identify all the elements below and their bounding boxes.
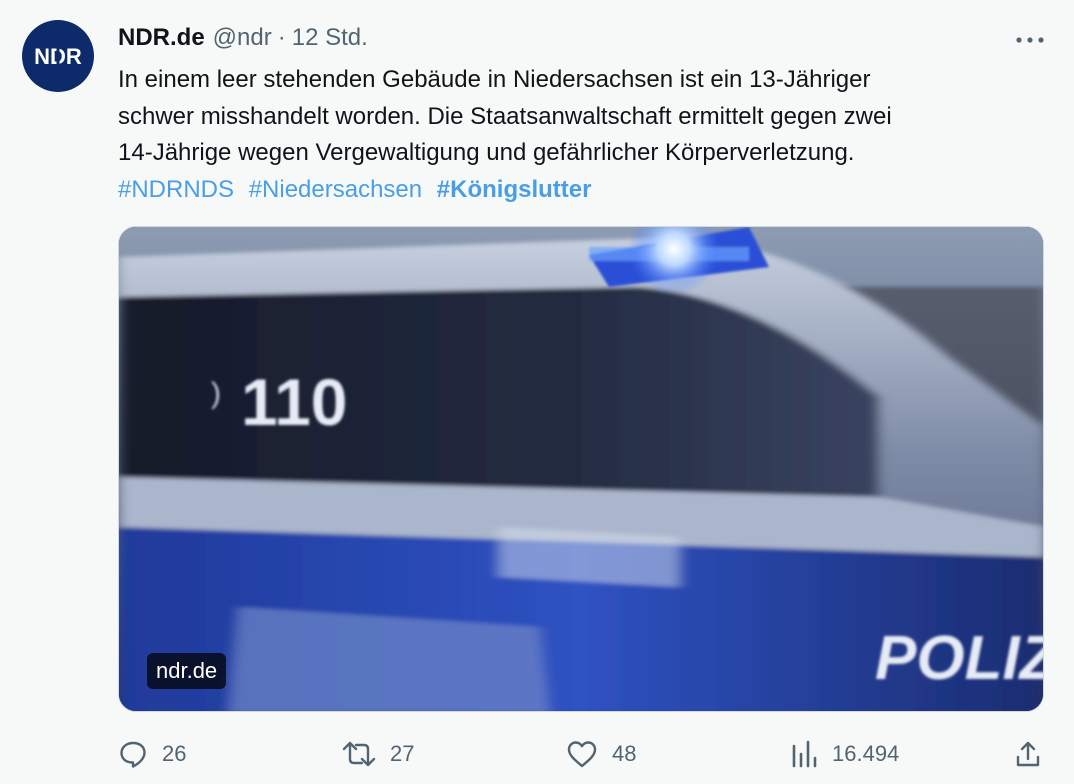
photo-emergency-number: 110	[241, 365, 347, 439]
tweet-text: In einem leer stehenden Gebäude in Niede…	[118, 62, 1048, 208]
heart-icon	[567, 741, 597, 768]
media-source-badge: ndr.de	[147, 653, 227, 689]
reply-icon	[120, 741, 146, 768]
more-button[interactable]	[1010, 28, 1050, 52]
tweet-header: NDR.de @ndr · 12 Std.	[118, 24, 368, 56]
hashtag-ndrnds[interactable]: #NDRNDS	[118, 176, 234, 203]
view-count: 16.494	[832, 741, 900, 766]
action-bar: 26 27 48 16.494	[118, 734, 1048, 774]
tweet-text-line: In einem leer stehenden Gebäude in Niede…	[118, 66, 871, 93]
hashtag-list: #NDRNDS #Niedersachsen #Königslutter	[118, 172, 1048, 209]
retweet-icon	[342, 741, 376, 767]
avatar[interactable]: NDR	[22, 20, 94, 92]
share-button[interactable]	[1014, 734, 1042, 774]
reply-count: 26	[162, 741, 187, 766]
photo-speaker-mark: )	[211, 377, 221, 410]
share-icon	[1016, 741, 1040, 767]
post-time[interactable]: 12 Std.	[292, 24, 368, 52]
tweet[interactable]: NDR NDR.de @ndr · 12 Std. In einem leer …	[0, 0, 1074, 784]
like-count: 48	[612, 741, 637, 766]
author-name[interactable]: NDR.de	[118, 24, 205, 52]
tweet-text-line: 14-Jährige wegen Vergewaltigung und gefä…	[118, 139, 855, 166]
hashtag-koenigslutter[interactable]: #Königslutter	[437, 176, 592, 203]
tweet-media[interactable]: 110 ) POLIZEI ndr.de	[118, 226, 1044, 712]
reply-button[interactable]: 26	[118, 734, 186, 774]
ndr-logo: NDR	[34, 40, 82, 72]
retweet-count: 27	[390, 741, 415, 766]
views-icon	[792, 740, 817, 768]
retweet-button[interactable]: 27	[342, 734, 414, 774]
more-icon	[1016, 37, 1044, 43]
views-button[interactable]: 16.494	[790, 734, 899, 774]
author-handle[interactable]: @ndr	[213, 24, 272, 52]
hashtag-niedersachsen[interactable]: #Niedersachsen	[249, 176, 422, 203]
photo-police-label: POLIZEI	[875, 624, 1044, 693]
tweet-text-line: schwer misshandelt worden. Die Staatsanw…	[118, 102, 892, 130]
police-car-photo: 110 ) POLIZEI	[119, 227, 1044, 711]
separator-dot: ·	[277, 24, 286, 51]
like-button[interactable]: 48	[566, 734, 636, 774]
